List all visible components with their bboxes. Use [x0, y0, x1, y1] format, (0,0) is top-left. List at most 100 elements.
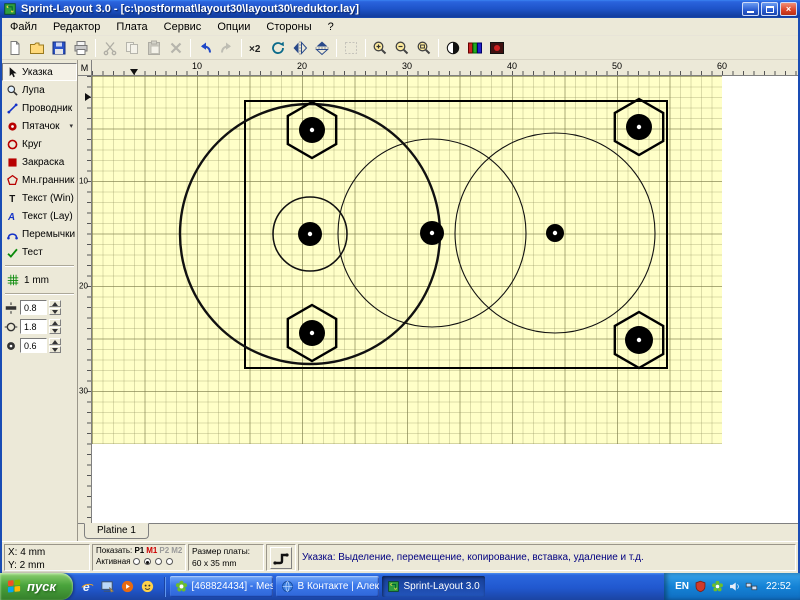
- layer-m2[interactable]: M2: [171, 546, 182, 555]
- new-icon: [7, 40, 23, 56]
- layer-p2[interactable]: P2: [159, 546, 169, 555]
- tool-zoom[interactable]: Лупа: [2, 81, 77, 99]
- panel-separator: [5, 293, 74, 295]
- pad-size-up-button[interactable]: [49, 319, 61, 326]
- tool-text-lay[interactable]: AТекст (Lay): [2, 207, 77, 225]
- delete-icon: [168, 40, 184, 56]
- start-button[interactable]: пуск: [0, 573, 73, 600]
- menu-item-2[interactable]: Плата: [108, 19, 155, 35]
- photoview-button[interactable]: [486, 37, 508, 59]
- rotate-button[interactable]: [267, 37, 289, 59]
- quicklaunch-qip[interactable]: [140, 579, 155, 594]
- tool-test[interactable]: Тест: [2, 243, 77, 261]
- app-icon[interactable]: [3, 2, 17, 16]
- mirror-vertical-button[interactable]: [311, 37, 333, 59]
- tray-volume-icon[interactable]: [728, 580, 741, 593]
- tray-network-icon[interactable]: [745, 580, 758, 593]
- group-icon: [343, 40, 359, 56]
- active-layer-radio-m2[interactable]: [166, 558, 173, 565]
- track-width-down-button[interactable]: [49, 308, 61, 315]
- tab-platine-1[interactable]: Platine 1: [84, 523, 149, 539]
- tool-polygon[interactable]: Мн.гранник: [2, 171, 77, 189]
- close-button[interactable]: ×: [780, 2, 797, 16]
- tool-jumpers[interactable]: Перемычки: [2, 225, 77, 243]
- status-bar: X: 4 mm Y: 2 mm Показать: P1M1P2M2 Актив…: [2, 541, 798, 573]
- undo-button[interactable]: [194, 37, 216, 59]
- quicklaunch-media-player[interactable]: [120, 579, 135, 594]
- maximize-button[interactable]: [761, 2, 778, 16]
- tool-pad[interactable]: Пятачок ▾: [2, 117, 77, 135]
- minimize-icon: [747, 6, 754, 13]
- track-width-value[interactable]: 0.8: [20, 300, 47, 315]
- contrast-button[interactable]: [442, 37, 464, 59]
- drill-value[interactable]: 0.6: [20, 338, 47, 353]
- drill-hole[interactable]: [310, 331, 314, 335]
- grid-setting[interactable]: 1 mm: [2, 271, 77, 289]
- pad-size-down-button[interactable]: [49, 327, 61, 334]
- active-layer-radio-p1[interactable]: [133, 558, 140, 565]
- tool-pointer[interactable]: Указка: [2, 63, 77, 81]
- dropdown-arrow-icon[interactable]: ▾: [69, 122, 73, 130]
- task-button-1[interactable]: В Контакте | Алексе...: [276, 576, 379, 597]
- language-indicator[interactable]: EN: [675, 581, 689, 592]
- save-button[interactable]: [48, 37, 70, 59]
- tool-fill[interactable]: Закраска: [2, 153, 77, 171]
- bend-mode-button[interactable]: [270, 547, 292, 569]
- open-button[interactable]: [26, 37, 48, 59]
- quicklaunch-show-desktop[interactable]: [100, 579, 115, 594]
- clock: 22:52: [766, 581, 791, 592]
- tool-label: Закраска: [22, 157, 64, 168]
- print-button[interactable]: [70, 37, 92, 59]
- pad-size-value[interactable]: 1.8: [20, 319, 47, 334]
- layer-p1[interactable]: P1: [134, 546, 144, 555]
- tool-label: Текст (Lay): [22, 211, 73, 222]
- task-button-2[interactable]: Sprint-Layout 3.0: [382, 576, 485, 597]
- tray-antivirus-icon[interactable]: [694, 580, 707, 593]
- pcb-drawing[interactable]: [92, 76, 798, 523]
- drill-up-button[interactable]: [49, 338, 61, 345]
- title-bar: Sprint-Layout 3.0 - [c:\postformat\layou…: [0, 0, 800, 18]
- tool-label: Пятачок: [22, 121, 60, 132]
- zoom-board-icon: [416, 40, 432, 56]
- task-button-0[interactable]: [468824434] - Messa...: [170, 576, 273, 597]
- tool-text-win[interactable]: TТекст (Win): [2, 189, 77, 207]
- track-width-up-button[interactable]: [49, 300, 61, 307]
- top-ruler-number: 60: [717, 61, 727, 71]
- drill-hole[interactable]: [553, 231, 557, 235]
- drill-hole[interactable]: [310, 128, 314, 132]
- task-label: [468824434] - Messa...: [192, 581, 273, 592]
- drill-hole[interactable]: [637, 338, 641, 342]
- layer-colors-button[interactable]: [464, 37, 486, 59]
- zoom-in-button[interactable]: [369, 37, 391, 59]
- menu-item-6[interactable]: ?: [320, 19, 342, 35]
- scale-x2-button[interactable]: ×2: [245, 37, 267, 59]
- drill-hole[interactable]: [308, 232, 312, 236]
- drill-hole[interactable]: [430, 231, 434, 235]
- svg-text:T: T: [9, 194, 15, 205]
- layer-m1[interactable]: M1: [146, 546, 157, 555]
- zoom-board-button[interactable]: [413, 37, 435, 59]
- tool-circle[interactable]: Круг: [2, 135, 77, 153]
- mirror-horizontal-button[interactable]: [289, 37, 311, 59]
- top-ruler-number: 50: [612, 61, 622, 71]
- canvas[interactable]: [92, 76, 798, 523]
- menu-item-4[interactable]: Опции: [209, 19, 258, 35]
- svg-text:e: e: [83, 580, 90, 594]
- tool-conductor[interactable]: Проводник: [2, 99, 77, 117]
- active-layer-radio-m1[interactable]: [144, 558, 151, 565]
- minimize-button[interactable]: [742, 2, 759, 16]
- browser-icon: [281, 580, 294, 593]
- new-button[interactable]: [4, 37, 26, 59]
- menu-item-5[interactable]: Стороны: [258, 19, 319, 35]
- drill-hole[interactable]: [637, 125, 641, 129]
- menu-item-3[interactable]: Сервис: [156, 19, 210, 35]
- menu-item-1[interactable]: Редактор: [45, 19, 108, 35]
- active-layer-radio-p2[interactable]: [155, 558, 162, 565]
- maximize-icon: [766, 6, 774, 13]
- zoom-in-icon: [372, 40, 388, 56]
- quicklaunch-internet-explorer[interactable]: e: [80, 579, 95, 594]
- zoom-out-button[interactable]: [391, 37, 413, 59]
- drill-down-button[interactable]: [49, 346, 61, 353]
- menu-item-0[interactable]: Файл: [2, 19, 45, 35]
- tray-flower-icon[interactable]: [711, 580, 724, 593]
